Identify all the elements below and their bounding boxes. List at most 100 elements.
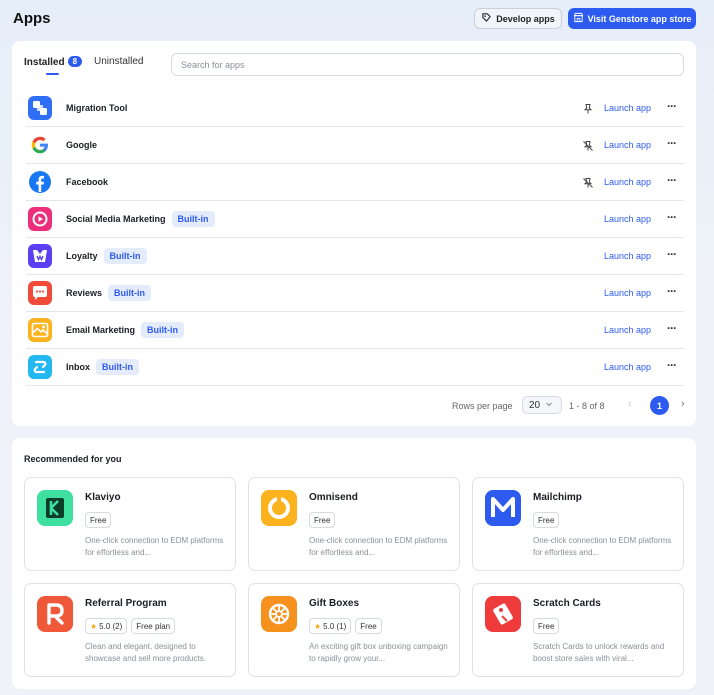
gift-boxes-icon [261, 596, 297, 632]
app-description: One-click connection to EDM platforms fo… [85, 536, 224, 557]
app-row-loyalty: Loyalty Built-in Launch app ··· [26, 238, 684, 275]
more-options-icon[interactable]: ··· [667, 358, 677, 372]
launch-app-link[interactable]: Launch app [604, 214, 651, 224]
app-description: One-click connection to EDM platforms fo… [309, 536, 448, 557]
star-icon: ★ [314, 621, 322, 631]
pin-icon[interactable] [582, 102, 594, 114]
app-tags: ★ 5.0 (2) Free plan [85, 618, 176, 634]
installed-apps-card: Installed 8 Uninstalled Search for apps M… [12, 41, 696, 426]
app-name: Klaviyo [85, 492, 121, 503]
price-tag: Free [533, 618, 560, 634]
rows-per-page-value: 20 [529, 399, 541, 411]
migration-tool-icon [28, 96, 52, 120]
recommended-app-klaviyo[interactable]: Klaviyo Free One-click connection to EDM… [24, 477, 236, 571]
app-tags: ★ 5.0 (1) Free [309, 618, 382, 634]
rating-tag: ★ 5.0 (2) [85, 618, 128, 634]
chevron-left-icon[interactable]: ‹ [628, 398, 632, 410]
built-in-badge: Built-in [108, 285, 152, 301]
app-row-inbox: Inbox Built-in Launch app ··· [26, 349, 684, 386]
built-in-badge: Built-in [141, 322, 185, 338]
reviews-icon [28, 281, 52, 305]
built-in-badge: Built-in [96, 359, 139, 375]
app-row-email-marketing: Email Marketing Built-in Launch app ··· [26, 312, 684, 349]
unpin-icon[interactable] [582, 176, 594, 188]
tab-uninstalled[interactable]: Uninstalled [94, 56, 143, 67]
recommended-title: Recommended for you [24, 454, 122, 464]
installed-count-badge: 8 [67, 56, 83, 67]
email-marketing-icon [28, 318, 52, 342]
scratch-cards-icon [485, 596, 521, 632]
facebook-icon [28, 170, 52, 194]
google-icon [28, 133, 52, 157]
app-row-reviews: Reviews Built-in Launch app ··· [26, 275, 684, 312]
visit-app-store-label: Visit Genstore app store [587, 13, 692, 24]
unpin-icon[interactable] [582, 139, 594, 151]
app-row-facebook: Facebook Launch app ··· [26, 164, 684, 201]
store-icon [573, 12, 584, 25]
recommended-app-gift-boxes[interactable]: Gift Boxes ★ 5.0 (1) Free An exciting gif… [248, 583, 460, 677]
rating-tag: ★ 5.0 (1) [309, 618, 352, 634]
launch-app-link[interactable]: Launch app [604, 177, 651, 187]
app-name: Scratch Cards [533, 598, 601, 609]
app-description: An exciting gift box unboxing campaign t… [309, 642, 448, 663]
app-name: Facebook [66, 177, 109, 187]
code-tag-icon [481, 12, 492, 25]
app-name: Inbox [66, 362, 90, 372]
launch-app-link[interactable]: Launch app [604, 251, 651, 261]
built-in-badge: Built-in [103, 248, 147, 264]
klaviyo-icon [37, 490, 73, 526]
more-options-icon[interactable]: ··· [667, 210, 677, 224]
built-in-badge: Built-in [171, 211, 215, 227]
more-options-icon[interactable]: ··· [667, 173, 677, 187]
launch-app-link[interactable]: Launch app [604, 288, 651, 298]
launch-app-link[interactable]: Launch app [604, 362, 651, 372]
more-options-icon[interactable]: ··· [667, 99, 677, 113]
app-name: Mailchimp [533, 492, 582, 503]
recommended-card: Recommended for you Klaviyo Free One-cli… [12, 438, 696, 689]
app-name: Migration Tool [66, 103, 128, 113]
visit-app-store-button[interactable]: Visit Genstore app store [568, 8, 696, 29]
top-bar: Apps Develop apps Visit Genstore app sto… [0, 0, 714, 38]
recommended-app-referral-program[interactable]: Referral Program ★ 5.0 (2) Free plan Clea… [24, 583, 236, 677]
develop-apps-button[interactable]: Develop apps [474, 8, 562, 29]
recommended-app-mailchimp[interactable]: Mailchimp Free One-click connection to E… [472, 477, 684, 571]
page-button-current[interactable]: 1 [650, 396, 669, 415]
recommended-app-omnisend[interactable]: Omnisend Free One-click connection to ED… [248, 477, 460, 571]
tab-installed-label: Installed [24, 57, 65, 68]
develop-apps-label: Develop apps [496, 13, 555, 24]
app-description: Clean and elegant, designed to showcase … [85, 642, 206, 663]
loyalty-icon [28, 244, 52, 268]
page-title: Apps [13, 10, 51, 27]
launch-app-link[interactable]: Launch app [604, 140, 651, 150]
chevron-right-icon[interactable]: › [681, 398, 685, 410]
more-options-icon[interactable]: ··· [667, 247, 677, 261]
app-name: Omnisend [309, 492, 358, 503]
app-tags: Free [309, 512, 336, 528]
star-icon: ★ [90, 621, 98, 631]
rating-value: 5.0 (2) [99, 621, 123, 631]
rows-per-page-select[interactable]: 20 [522, 396, 562, 414]
app-description: One-click connection to EDM platforms fo… [533, 536, 672, 557]
more-options-icon[interactable]: ··· [667, 284, 677, 298]
launch-app-link[interactable]: Launch app [604, 325, 651, 335]
inbox-icon [28, 355, 52, 379]
price-tag: Free [533, 512, 560, 528]
app-row-google: Google Launch app ··· [26, 127, 684, 164]
more-options-icon[interactable]: ··· [667, 136, 677, 150]
app-description: Scratch Cards to unlock rewards and boos… [533, 642, 665, 663]
app-name: Loyalty [66, 251, 98, 261]
more-options-icon[interactable]: ··· [667, 321, 677, 335]
app-tags: Free [85, 512, 112, 528]
app-row-social-media-marketing: Social Media Marketing Built-in Launch a… [26, 201, 684, 238]
rating-value: 5.0 (1) [323, 621, 347, 631]
launch-app-link[interactable]: Launch app [604, 103, 651, 113]
search-input[interactable]: Search for apps [171, 53, 684, 76]
tab-installed[interactable]: Installed 8 [24, 56, 83, 68]
app-name: Reviews [66, 288, 103, 298]
price-tag: Free [355, 618, 382, 634]
rows-per-page-label: Rows per page [452, 401, 513, 411]
app-name: Gift Boxes [309, 598, 360, 609]
recommended-app-scratch-cards[interactable]: Scratch Cards Free Scratch Cards to unlo… [472, 583, 684, 677]
app-name: Email Marketing [66, 325, 136, 335]
app-tags: Free [533, 618, 560, 634]
